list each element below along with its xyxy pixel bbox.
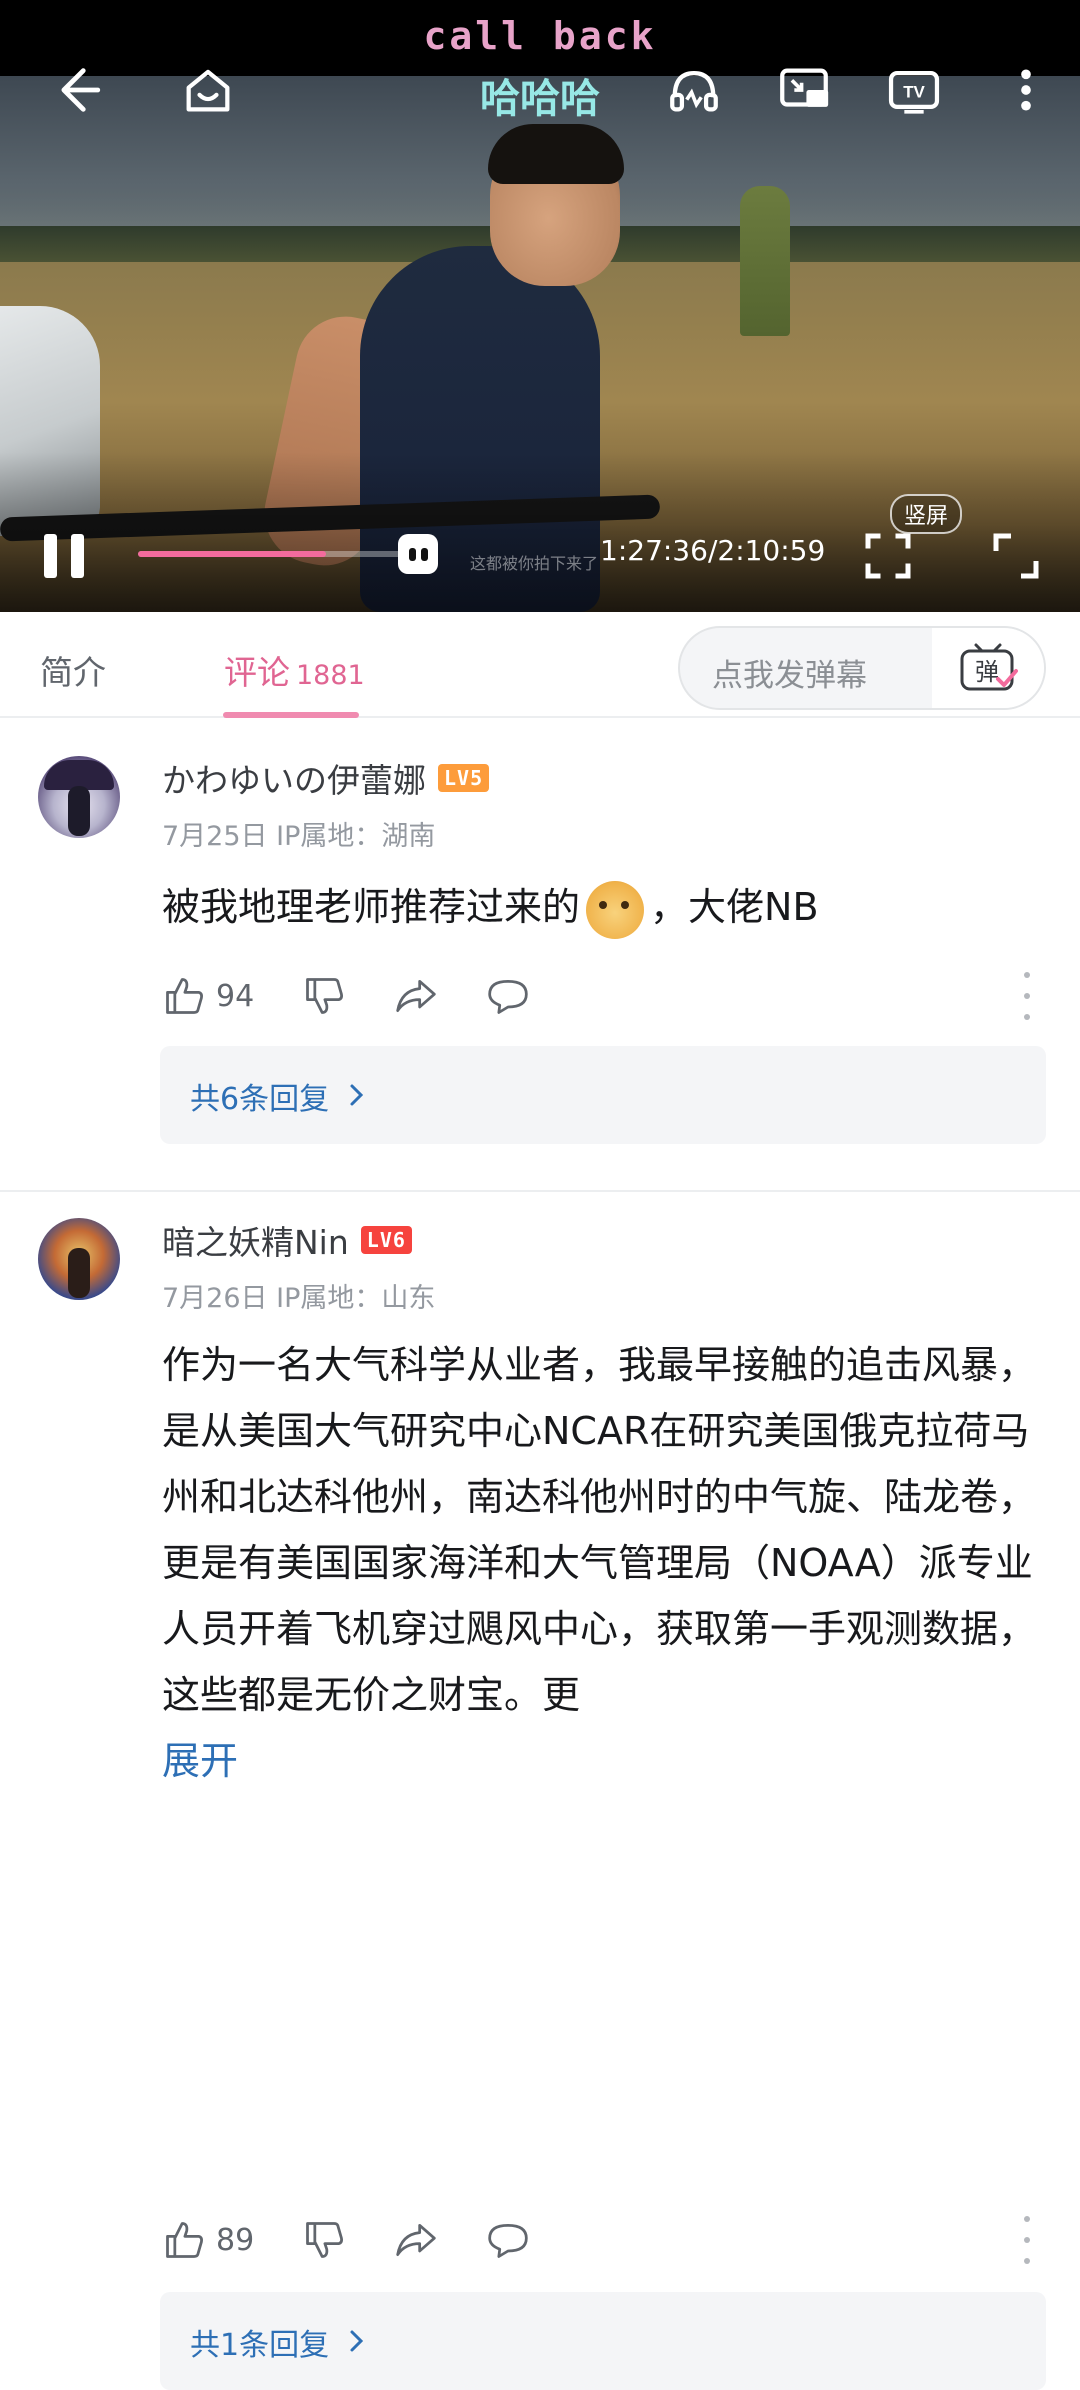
username[interactable]: かわゆいの伊蕾娜 <box>162 754 426 802</box>
playback-time: 1:27:36/2:10:59 <box>600 534 826 567</box>
danmaku-hint: 这都被你拍下来了 <box>470 554 599 573</box>
share-icon <box>396 979 436 1013</box>
comment-date-ip: 7月26日 IP属地：山东 <box>162 1283 436 1314</box>
fullscreen-icon[interactable] <box>858 526 918 586</box>
more-options-icon[interactable] <box>1012 2216 1042 2264</box>
level-badge: LV5 <box>438 764 490 792</box>
pause-icon[interactable] <box>36 526 92 586</box>
comment-text-part: 被我地理老师推荐过来的 <box>162 885 581 929</box>
comment-text-part: ，大佬NB <box>650 885 819 929</box>
comment-divider <box>0 1190 1080 1192</box>
thumbs-up-icon <box>166 978 203 1014</box>
more-options-icon[interactable] <box>1012 972 1042 1020</box>
tab-bar: 简介 评论 1881 点我发弹幕 弹 <box>0 612 1080 718</box>
danmaku-toggle-button[interactable]: 弹 <box>932 628 1044 708</box>
share-button[interactable] <box>394 974 438 1018</box>
avatar[interactable] <box>38 756 120 838</box>
headphones-icon[interactable] <box>654 50 734 130</box>
progress-bar[interactable] <box>138 551 418 557</box>
comment-text-part: 作为一名大气科学从业者，我最早接触的追击风暴，是从美国大气研究中心NCAR在研究… <box>162 1343 1037 1717</box>
tv-icon[interactable]: TV <box>874 50 954 130</box>
dislike-button[interactable] <box>302 2218 346 2262</box>
chevron-right-icon <box>350 1084 364 1106</box>
home-icon[interactable] <box>168 50 248 130</box>
view-replies-button[interactable]: 共1条回复 <box>160 2292 1046 2390</box>
reply-count-text: 共6条回复 <box>190 1082 330 1117</box>
comment-header: 暗之妖精Nin LV6 <box>162 1216 412 1264</box>
comment-bubble-icon <box>488 979 528 1014</box>
thumbs-up-icon <box>166 2222 203 2258</box>
active-tab-indicator <box>223 712 359 718</box>
progress-handle[interactable] <box>398 534 438 574</box>
like-count: 94 <box>216 978 255 1014</box>
more-vertical-icon[interactable] <box>986 50 1066 130</box>
emoji-icon <box>586 880 645 939</box>
comment-actions: 94 <box>162 966 1042 1026</box>
comment-count: 1881 <box>296 660 365 691</box>
like-count: 89 <box>216 2222 255 2258</box>
danmaku-icon: 弹 <box>960 643 1018 691</box>
player-controls: 这都被你拍下来了 1:27:36/2:10:59 竖屏 <box>0 494 1080 600</box>
dislike-button[interactable] <box>302 974 346 1018</box>
reply-button[interactable] <box>486 974 530 1018</box>
expand-link[interactable]: 展开 <box>162 1728 1042 1794</box>
cast-screen-icon[interactable] <box>764 50 844 130</box>
svg-text:弹: 弹 <box>975 658 999 686</box>
share-icon <box>396 2223 436 2257</box>
expand-icon[interactable] <box>986 526 1046 586</box>
comment-bubble-icon <box>488 2223 528 2258</box>
reply-button[interactable] <box>486 2218 530 2262</box>
level-badge: LV6 <box>360 1226 412 1254</box>
danmaku-input-box[interactable]: 点我发弹幕 弹 <box>678 626 1046 710</box>
svg-text:TV: TV <box>903 82 925 101</box>
comment-header: かわゆいの伊蕾娜 LV5 <box>162 754 490 802</box>
comment-text: 作为一名大气科学从业者，我最早接触的追击风暴，是从美国大气研究中心NCAR在研究… <box>162 1332 1042 1794</box>
thumbs-down-icon <box>306 978 344 1014</box>
chevron-right-icon <box>350 2330 364 2352</box>
comment-date-ip: 7月25日 IP属地：湖南 <box>162 821 436 852</box>
comment-text: 被我地理老师推荐过来的 ，大佬NB <box>162 874 1042 940</box>
progress-fill <box>138 551 326 557</box>
tab-comments[interactable]: 评论 1881 <box>224 646 365 694</box>
tab-comments-label: 评论 <box>224 653 290 692</box>
player-top-bar: TV <box>0 40 1080 130</box>
comment-actions: 89 <box>162 2210 1042 2270</box>
view-replies-button[interactable]: 共6条回复 <box>160 1046 1046 1144</box>
thumbs-down-icon <box>306 2222 344 2258</box>
like-button[interactable]: 94 <box>162 974 254 1018</box>
reply-count-text: 共1条回复 <box>190 2328 330 2363</box>
share-button[interactable] <box>394 2218 438 2262</box>
username[interactable]: 暗之妖精Nin <box>162 1216 349 1264</box>
back-arrow-icon[interactable] <box>36 50 116 130</box>
avatar[interactable] <box>38 1218 120 1300</box>
video-player[interactable]: call back 哈哈哈 TV 这都被你拍下来了 1:27:36/2:10:5… <box>0 0 1080 612</box>
danmaku-input[interactable]: 点我发弹幕 <box>712 650 867 695</box>
tab-intro[interactable]: 简介 <box>40 646 106 694</box>
like-button[interactable]: 89 <box>162 2218 254 2262</box>
